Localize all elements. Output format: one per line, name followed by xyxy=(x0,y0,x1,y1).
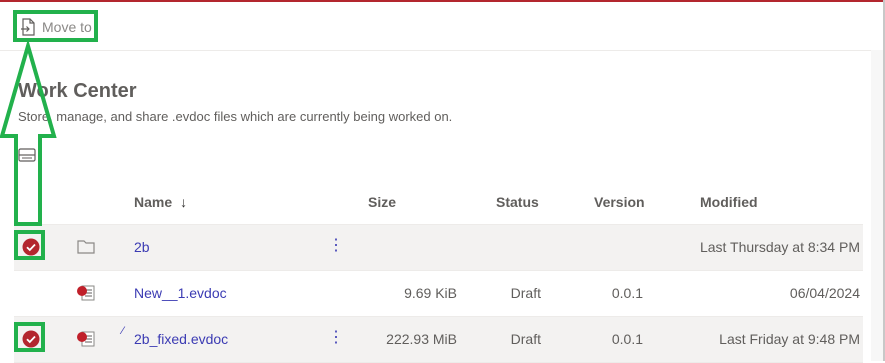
column-header-name[interactable]: Name ↓ xyxy=(134,194,187,210)
evdoc-file-icon xyxy=(76,330,96,348)
annotation-box-row-check xyxy=(14,322,45,352)
loading-spinner-icon: ⁄ xyxy=(122,325,124,337)
size-cell: 9.69 KiB xyxy=(404,285,457,301)
annotation-box-row-check xyxy=(14,230,45,260)
annotation-box-move-to xyxy=(13,10,98,42)
folder-icon xyxy=(76,238,96,256)
column-header-modified[interactable]: Modified xyxy=(700,194,758,210)
version-cell: 0.0.1 xyxy=(611,331,643,347)
modified-cell: 06/04/2024 xyxy=(789,285,860,301)
command-bar: Move to xyxy=(0,2,883,51)
status-cell: Draft xyxy=(510,331,541,347)
column-header-version[interactable]: Version xyxy=(594,194,645,210)
vertical-scrollbar[interactable] xyxy=(871,50,883,361)
page-subtitle: Store, manage, and share .evdoc files wh… xyxy=(18,109,453,124)
status-cell: Draft xyxy=(510,285,541,301)
version-cell: 0.0.1 xyxy=(611,285,643,301)
column-header-size[interactable]: Size xyxy=(368,194,396,210)
more-vertical-icon[interactable]: ⋮ xyxy=(328,328,344,348)
modified-cell: Last Friday at 9:48 PM xyxy=(719,331,860,347)
size-cell: 222.93 MiB xyxy=(386,331,457,347)
annotation-arrow xyxy=(0,40,57,226)
table-row[interactable]: 2b ⋮ Last Thursday at 8:34 PM xyxy=(14,225,863,271)
evdoc-file-icon xyxy=(76,284,96,302)
column-header-status[interactable]: Status xyxy=(496,194,539,210)
file-name-link[interactable]: 2b xyxy=(134,239,150,255)
sort-down-icon: ↓ xyxy=(180,194,188,210)
table-row[interactable]: New__1.evdoc 9.69 KiB Draft 0.0.1 06/04/… xyxy=(14,271,863,317)
modified-cell: Last Thursday at 8:34 PM xyxy=(699,239,860,255)
file-name-link[interactable]: New__1.evdoc xyxy=(134,285,227,301)
file-table: Name ↓ Size Status Version Modified 2b ⋮ … xyxy=(14,180,863,363)
more-vertical-icon[interactable]: ⋮ xyxy=(328,236,344,256)
table-header: Name ↓ Size Status Version Modified xyxy=(14,180,863,225)
file-name-link[interactable]: 2b_fixed.evdoc xyxy=(134,331,228,347)
table-row[interactable]: ⁄ 2b_fixed.evdoc ⋮ 222.93 MiB Draft 0.0.… xyxy=(14,317,863,363)
